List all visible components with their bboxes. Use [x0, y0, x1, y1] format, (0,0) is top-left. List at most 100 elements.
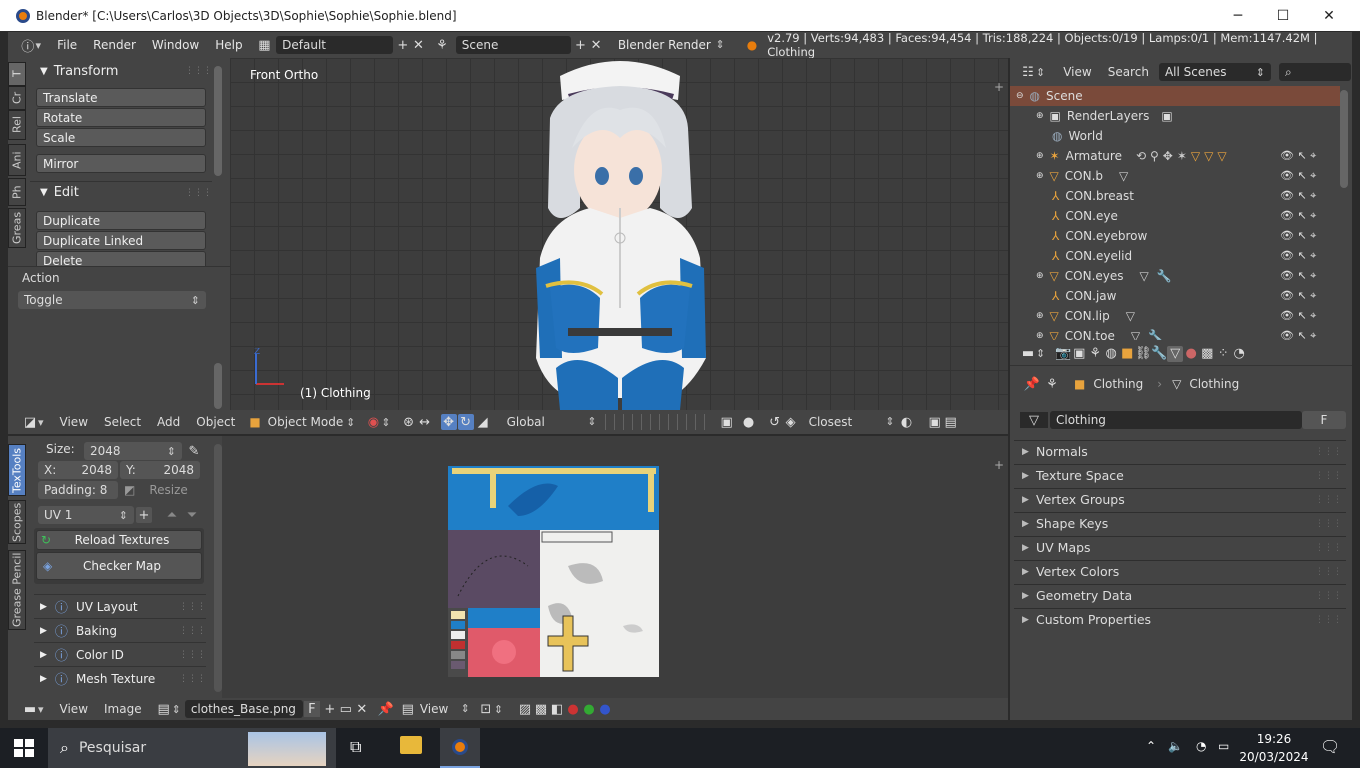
animation-render-icon[interactable]: ▤	[943, 414, 959, 430]
clock-date[interactable]: 20/03/2024	[1238, 750, 1310, 764]
material-tab-icon[interactable]: ●	[1183, 346, 1199, 362]
properties-editor-icon[interactable]: ▬	[1020, 346, 1036, 362]
open-image-icon[interactable]: ▭	[338, 701, 354, 717]
object-tab-icon[interactable]: ■	[1119, 346, 1135, 362]
expand-icon[interactable]: ⊕	[1036, 171, 1044, 181]
delete-scene-icon[interactable]: ✕	[588, 37, 604, 53]
mesh-texture-panel[interactable]: ▶ ⓘ Mesh Texture ⋮⋮⋮	[34, 666, 206, 690]
outliner-search-input[interactable]: ⌕	[1278, 63, 1351, 81]
drag-handle-icon[interactable]: ⋮⋮⋮	[1315, 567, 1342, 577]
drag-handle-icon[interactable]: ⋮⋮⋮	[179, 650, 206, 660]
expand-icon[interactable]: ⊕	[1036, 111, 1044, 121]
tab-create[interactable]: Cr	[8, 86, 26, 110]
edit-panel-header[interactable]: ▼ Edit ⋮⋮⋮	[30, 181, 212, 203]
opengl-render-icon[interactable]: ◐	[899, 414, 915, 430]
clock-time[interactable]: 19:26	[1244, 732, 1304, 746]
tab-animation[interactable]: Ani	[8, 144, 26, 176]
expand-icon[interactable]: +	[994, 80, 1004, 94]
expand-icon[interactable]: +	[994, 458, 1004, 472]
scene-icon[interactable]: ⚘	[434, 37, 450, 53]
tab-scopes[interactable]: Scopes	[8, 500, 26, 544]
add-screen-icon[interactable]: +	[395, 37, 411, 53]
view-mode-select[interactable]: View ⇕	[420, 702, 470, 716]
menu-view[interactable]: View	[52, 702, 96, 716]
mirror-button[interactable]: Mirror	[36, 154, 206, 173]
scrollbar[interactable]	[214, 363, 222, 409]
render-tab-icon[interactable]: 📷	[1055, 346, 1071, 362]
menu-search[interactable]: Search	[1100, 65, 1157, 79]
move-up-icon[interactable]: ⏶	[164, 507, 180, 523]
mode-icon[interactable]: ▤	[400, 701, 416, 717]
pin-icon[interactable]: 📌	[378, 701, 394, 717]
render-engine-select[interactable]: Blender Render ⇕	[618, 38, 725, 52]
vertex-colors-panel[interactable]: ▶ Vertex Colors ⋮⋮⋮	[1014, 560, 1346, 582]
translate-button[interactable]: Translate	[36, 88, 206, 107]
tab-grease-pencil[interactable]: Greas	[8, 208, 26, 248]
scale-manipulator-icon[interactable]: ◢	[475, 414, 491, 430]
blender-taskbar-icon[interactable]	[440, 728, 480, 768]
vertex-groups-panel[interactable]: ▶ Vertex Groups ⋮⋮⋮	[1014, 488, 1346, 510]
drag-handle-icon[interactable]: ⋮⋮⋮	[1315, 519, 1342, 529]
power-icon[interactable]: ▭	[1218, 739, 1229, 753]
scene-tab-icon[interactable]: ⚘	[1087, 346, 1103, 362]
physics-tab-icon[interactable]: ◔	[1231, 346, 1247, 362]
display-mode-select[interactable]: All Scenes ⇕	[1158, 63, 1271, 81]
delete-screen-icon[interactable]: ✕	[411, 37, 427, 53]
menu-view[interactable]: View	[52, 415, 96, 429]
mesh-browse-icon[interactable]: ▽	[1020, 412, 1048, 428]
eyedropper-icon[interactable]: ✎	[186, 443, 202, 459]
image-browse-icon[interactable]: ▤	[156, 701, 172, 717]
chevron-up-icon[interactable]: ⌃	[1146, 739, 1156, 753]
duplicate-button[interactable]: Duplicate	[36, 211, 206, 230]
pin-icon[interactable]: 📌	[1024, 376, 1040, 392]
uv-layout-panel[interactable]: ▶ ⓘ UV Layout ⋮⋮⋮	[34, 594, 206, 618]
resize-button[interactable]: ◩ Resize	[124, 483, 188, 497]
size-y-field[interactable]: Y: 2048	[120, 461, 200, 479]
drag-handle-icon[interactable]: ⋮⋮⋮	[179, 626, 206, 636]
red-channel-icon[interactable]: ●	[565, 701, 581, 717]
color-id-panel[interactable]: ▶ ⓘ Color ID ⋮⋮⋮	[34, 642, 206, 666]
windows-start-icon[interactable]	[14, 739, 34, 757]
blue-channel-icon[interactable]: ●	[597, 701, 613, 717]
reload-textures-button[interactable]: ↻ Reload Textures	[36, 530, 202, 550]
collapse-icon[interactable]: ⊖	[1016, 91, 1024, 101]
scrollbar[interactable]	[1340, 90, 1348, 188]
mode-select[interactable]: ■ Object Mode ⇕	[249, 415, 355, 429]
baking-panel[interactable]: ▶ ⓘ Baking ⋮⋮⋮	[34, 618, 206, 642]
menu-select[interactable]: Select	[96, 415, 149, 429]
drag-handle-icon[interactable]: ⋮⋮⋮	[1315, 543, 1342, 553]
minimize-button[interactable]: ─	[1215, 0, 1261, 31]
screen-layout-icon[interactable]: ▦	[257, 37, 273, 53]
outliner-editor-icon[interactable]: ☷	[1020, 64, 1036, 80]
drag-handle-icon[interactable]: ⋮⋮⋮	[185, 188, 212, 198]
size-x-field[interactable]: X: 2048	[38, 461, 118, 479]
drag-handle-icon[interactable]: ⋮⋮⋮	[1315, 447, 1342, 457]
expand-icon[interactable]: ⊕	[1036, 151, 1044, 161]
new-image-icon[interactable]: +	[322, 701, 338, 717]
orientation-select[interactable]: Global ⇕	[507, 415, 597, 429]
move-down-icon[interactable]: ⏷	[184, 507, 200, 523]
drag-handle-icon[interactable]: ⋮⋮⋮	[1315, 495, 1342, 505]
z-buffer-icon[interactable]: ◧	[549, 701, 565, 717]
green-channel-icon[interactable]: ●	[581, 701, 597, 717]
mesh-name-field[interactable]: Clothing	[1050, 411, 1302, 429]
transform-panel-header[interactable]: ▼ Transform ⋮⋮⋮	[30, 60, 212, 82]
rotate-manipulator-icon[interactable]: ↻	[457, 414, 474, 430]
editor-type-icon[interactable]: ⓘ	[20, 37, 36, 55]
editor-type-icon[interactable]: ▬	[22, 701, 38, 717]
manipulator-toggle-icon[interactable]: ↔	[417, 414, 433, 430]
drag-handle-icon[interactable]: ⋮⋮⋮	[179, 602, 206, 612]
checker-map-button[interactable]: ◈ Checker Map	[36, 552, 202, 580]
outliner-row-world[interactable]: ◍ World	[1010, 126, 1340, 146]
menu-object[interactable]: Object	[188, 415, 243, 429]
unlink-image-icon[interactable]: ✕	[354, 701, 370, 717]
world-tab-icon[interactable]: ◍	[1103, 346, 1119, 362]
network-icon[interactable]: ◔	[1196, 739, 1206, 753]
layer-lock-icon[interactable]: ▣	[719, 414, 735, 430]
add-uv-icon[interactable]: +	[136, 507, 152, 523]
volume-icon[interactable]: 🔈	[1168, 739, 1183, 753]
file-explorer-icon[interactable]	[400, 736, 422, 754]
duplicate-linked-button[interactable]: Duplicate Linked	[36, 231, 206, 250]
drag-handle-icon[interactable]: ⋮⋮⋮	[1315, 615, 1342, 625]
constraints-tab-icon[interactable]: ⛓	[1135, 346, 1152, 362]
